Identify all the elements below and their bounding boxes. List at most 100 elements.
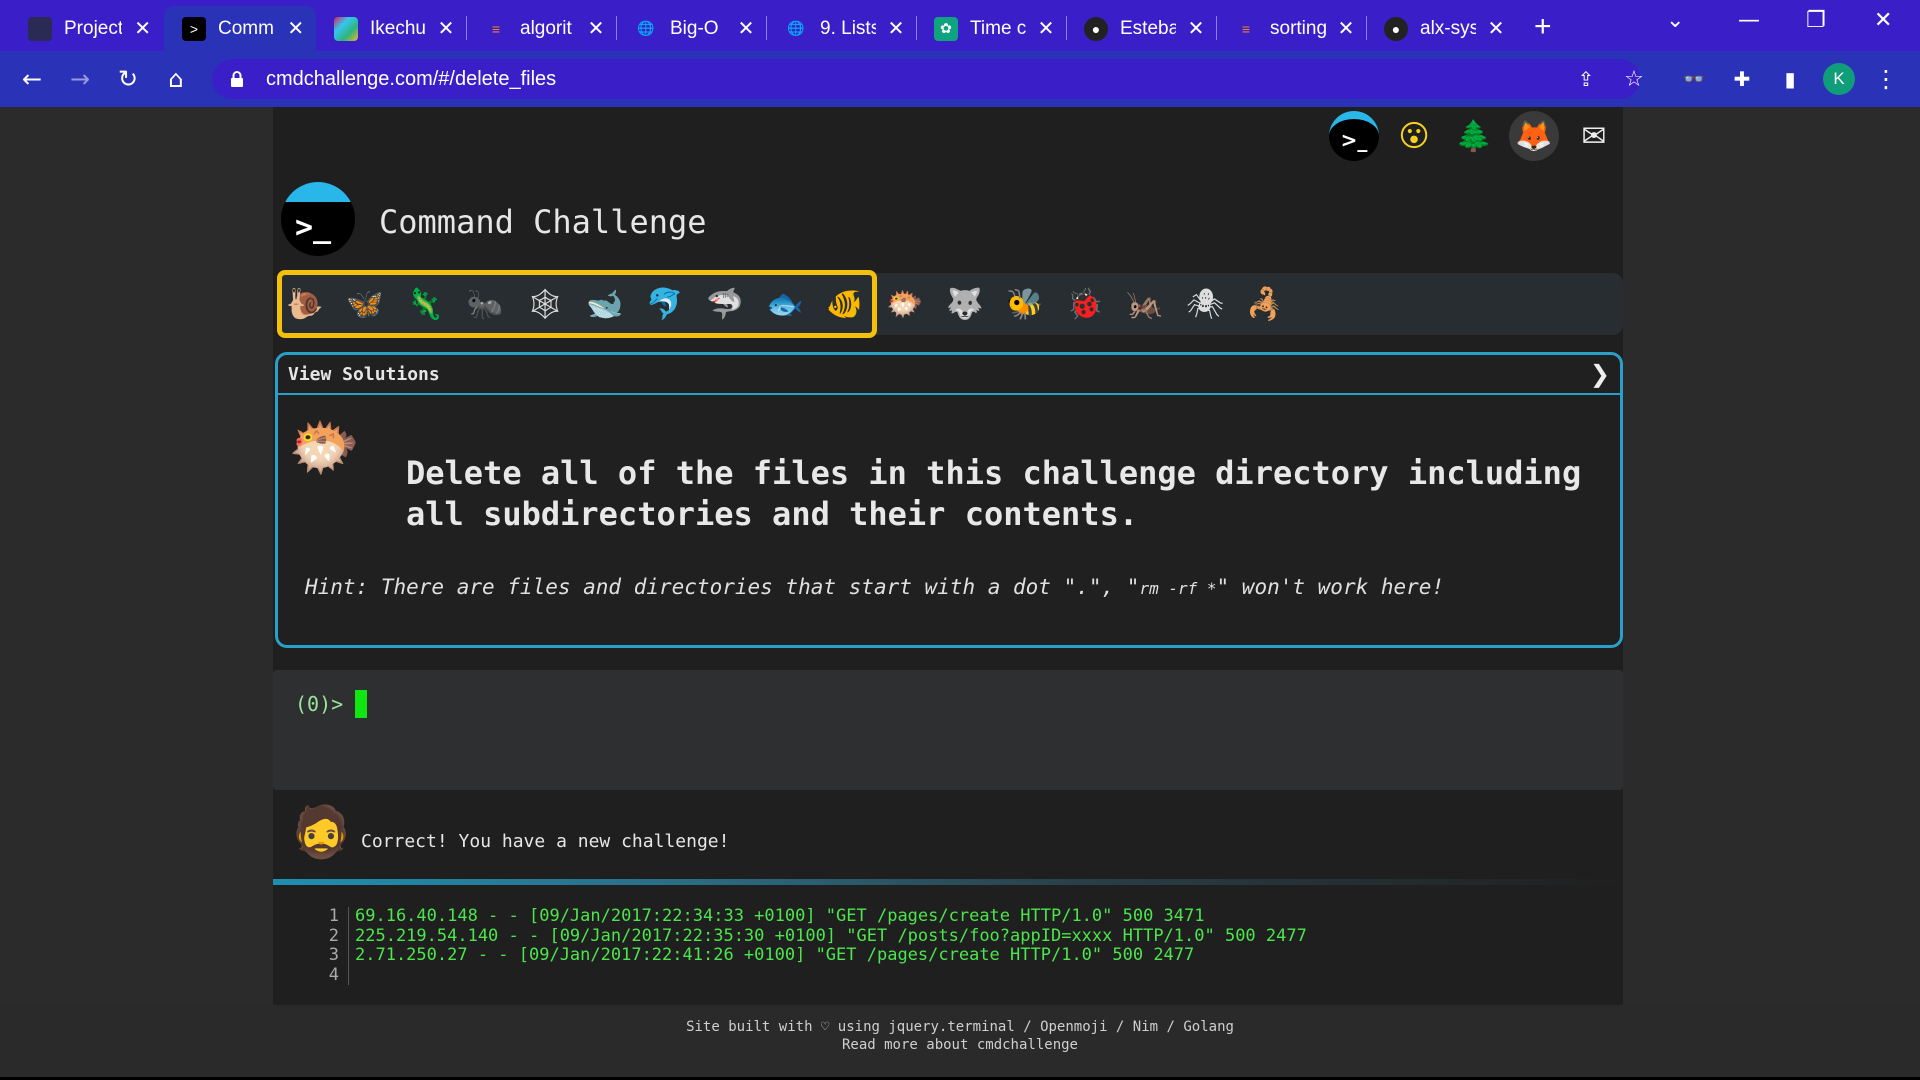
address-bar[interactable]: cmdchallenge.com/#/delete_files [212,59,1640,99]
github-icon: ● [1084,16,1108,41]
tab-command-challenge[interactable]: > Comm ✕ [164,6,316,51]
stackoverflow-icon: ≡ [1241,20,1251,37]
tab-title: Ikechu [370,17,426,39]
level-ladybug-icon[interactable]: 🐞 [1063,282,1107,326]
level-wolf-icon[interactable]: 🐺 [943,282,987,326]
footer-read-more-link[interactable]: Read more about cmdchallenge [0,1037,1920,1053]
level-blowfish-icon[interactable]: 🐡 [883,282,927,326]
tab-alx-sys[interactable]: ● alx-sys ✕ [1366,6,1516,51]
terminal-icon[interactable]: >_ [1329,111,1379,161]
close-icon[interactable]: ✕ [1336,16,1356,41]
view-solutions-header[interactable]: View Solutions ❯ [278,355,1620,395]
log-line: 4 [317,965,1307,985]
level-lizard-icon[interactable]: 🦎 [403,282,447,326]
tab-strip: Project ✕ > Comm ✕ Ikechu ✕ ≡ algorit ✕ … [0,0,1920,51]
extensions-puzzle-icon[interactable]: ✚ [1726,63,1758,95]
site-footer: Site built with ♡ using jquery.terminal … [0,1005,1920,1080]
close-icon[interactable]: ✕ [436,16,456,41]
tab-github-esteban[interactable]: ● Esteba ✕ [1066,6,1216,51]
close-icon[interactable]: ✕ [586,16,606,41]
chevron-right-icon[interactable]: ❯ [1590,360,1610,388]
profile-avatar[interactable]: K [1823,63,1855,95]
feedback-row: 🧔 Correct! You have a new challenge! [273,797,1623,887]
close-icon[interactable]: ✕ [886,16,906,41]
bearded-person-icon: 🧔 [290,803,353,861]
lock-icon [230,71,244,87]
close-icon[interactable]: ✕ [1036,16,1056,41]
face-icon[interactable]: 😮 [1389,111,1439,161]
tab-chatgpt[interactable]: ✿ Time c ✕ [916,6,1066,51]
level-butterfly-icon[interactable]: 🦋 [343,282,387,326]
reload-icon[interactable]: ↻ [112,63,144,95]
divider [273,879,1623,885]
tab-lists[interactable]: 🌐 9. Lists ✕ [766,6,916,51]
slack-icon [334,16,358,41]
close-icon[interactable]: ✕ [132,16,153,41]
level-spider-icon[interactable]: 🕷 [1183,282,1227,326]
extension-glasses-icon[interactable]: 👓 [1678,63,1710,95]
tab-title: Project [64,17,123,39]
close-icon[interactable]: ✕ [286,16,306,41]
tab-sorting[interactable]: ≡ sorting ✕ [1216,6,1366,51]
bookmark-star-icon[interactable]: ☆ [1618,63,1650,95]
terminal[interactable]: (0)> [273,670,1623,790]
share-icon[interactable]: ⇪ [1570,63,1602,95]
level-fish-icon[interactable]: 🐟 [763,282,807,326]
close-icon[interactable]: ✕ [1486,16,1506,41]
feedback-message: Correct! You have a new challenge! [361,831,730,852]
output-log: 1 69.16.40.148 - - [09/Jan/2017:22:34:33 … [317,906,1307,985]
mail-icon[interactable]: ✉ [1569,111,1619,161]
level-scorpion-icon[interactable]: 🦂 [1243,282,1287,326]
level-bee-icon[interactable]: 🐝 [1003,282,1047,326]
main-column: >_ 😮 🌲 🦊 ✉ >_ Command Challenge 🐌 🦋 🦎 🐜 … [273,107,1623,1005]
tab-big-o[interactable]: 🌐 Big-O ✕ [616,6,766,51]
tree-icon[interactable]: 🌲 [1449,111,1499,161]
stackoverflow-icon: ≡ [491,20,501,37]
tab-favicon-icon [28,16,52,41]
browser-toolbar: ← → ↻ ⌂ cmdchallenge.com/#/delete_files … [0,51,1920,107]
menu-kebab-icon[interactable]: ⋮ [1870,63,1902,95]
tab-title: Time c [970,17,1027,39]
site-logo[interactable]: >_ [281,182,355,256]
forward-icon[interactable]: → [64,63,96,95]
level-dolphin-icon[interactable]: 🐬 [643,282,687,326]
globe-icon: 🌐 [637,20,655,36]
level-cricket-icon[interactable]: 🦗 [1123,282,1167,326]
hint-code: rm -rf * [1139,579,1217,598]
close-icon[interactable]: ✕ [1186,16,1206,41]
github-icon: ● [1384,16,1408,41]
new-tab-button[interactable]: + [1534,10,1552,44]
tab-title: alx-sys [1420,17,1477,39]
tab-algorithm[interactable]: ≡ algorit ✕ [466,6,616,51]
tab-title: Comm [218,17,274,39]
tab-slack[interactable]: Ikechu ✕ [316,6,466,51]
log-line: 1 69.16.40.148 - - [09/Jan/2017:22:34:33 … [328,906,1205,927]
close-icon[interactable]: ✕ [736,16,756,41]
level-whale-icon[interactable]: 🐋 [583,282,627,326]
tab-project[interactable]: Project ✕ [10,6,163,51]
window-close-icon[interactable]: ✕ [1874,8,1892,33]
terminal-favicon-icon: > [182,16,206,41]
level-spider-web-icon[interactable]: 🕸 [523,282,567,326]
tab-search-icon[interactable]: ⌄ [1666,8,1684,33]
gitlab-icon[interactable]: 🦊 [1509,111,1559,161]
level-tropical-fish-icon[interactable]: 🐠 [823,282,867,326]
home-icon[interactable]: ⌂ [160,63,192,95]
restore-icon[interactable]: ❐ [1806,8,1826,33]
terminal-cursor[interactable] [355,690,367,718]
level-snail-icon[interactable]: 🐌 [283,282,327,326]
minimize-icon[interactable]: — [1738,8,1760,33]
back-icon[interactable]: ← [16,63,48,95]
top-icon-links: >_ 😮 🌲 🦊 ✉ [1329,111,1619,161]
challenge-hint: Hint: There are files and directories th… [305,575,1445,599]
view-solutions-label: View Solutions [288,363,440,385]
page-title: Command Challenge [379,203,707,241]
tab-title: algorit [520,17,572,39]
tab-title: Esteba [1120,17,1177,39]
side-panel-icon[interactable]: ▮ [1774,63,1806,95]
level-shark-icon[interactable]: 🦈 [703,282,747,326]
tab-title: 9. Lists [820,17,877,39]
level-ant-icon[interactable]: 🐜 [463,282,507,326]
log-line: 2 225.219.54.140 - - [09/Jan/2017:22:35:3… [328,925,1307,946]
tab-title: Big-O [670,17,719,39]
